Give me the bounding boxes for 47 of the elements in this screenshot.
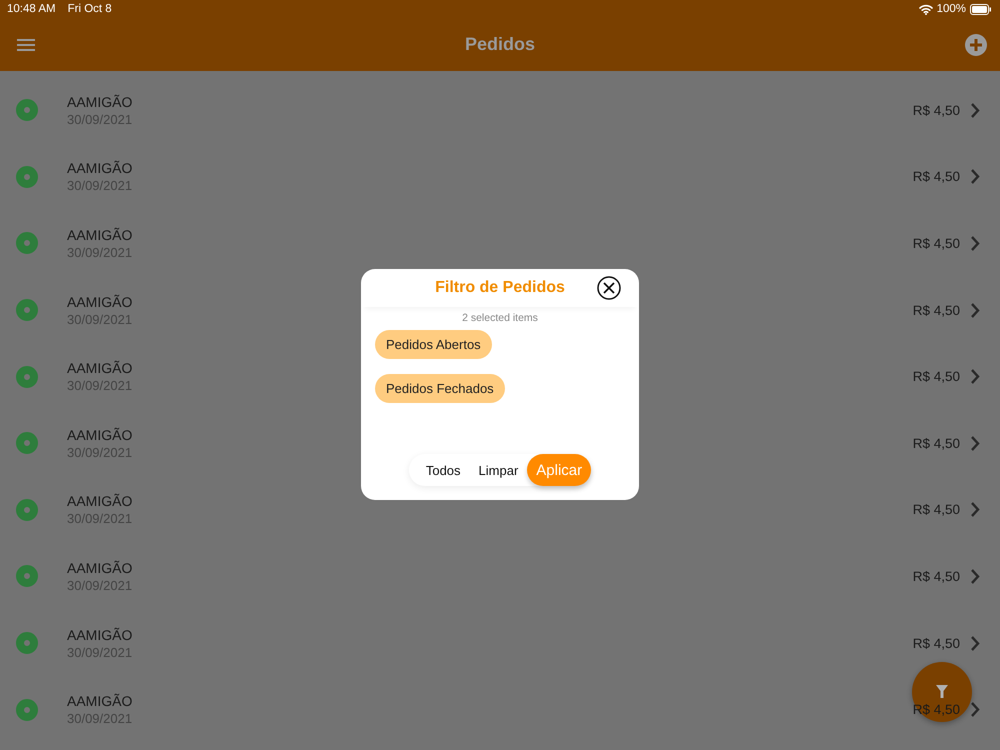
order-price: R$ 4,50 <box>912 502 960 518</box>
battery-icon <box>970 4 992 14</box>
order-price: R$ 4,50 <box>912 102 960 118</box>
order-name: AAMIGÃO <box>67 294 132 310</box>
add-icon[interactable] <box>964 34 987 56</box>
menu-icon[interactable] <box>17 38 35 52</box>
order-price: R$ 4,50 <box>912 169 960 184</box>
chevron-icon <box>970 168 980 186</box>
dialog-button[interactable]: Todos <box>416 454 470 486</box>
chevron-icon <box>970 368 980 386</box>
status-date: Fri Oct 8 <box>68 3 112 15</box>
order-price: R$ 4,50 <box>912 236 960 251</box>
selection-count: 2 selected items <box>461 312 539 324</box>
wifi-icon <box>918 4 933 14</box>
chevron-icon <box>970 701 980 718</box>
order-price: R$ 4,50 <box>912 436 960 451</box>
order-price: R$ 4,50 <box>912 369 960 384</box>
order-name: AAMIGÃO <box>67 560 132 576</box>
chevron-icon <box>970 234 980 252</box>
order-price: R$ 4,50 <box>912 636 960 651</box>
battery-percent: 100% <box>936 3 966 15</box>
chevron-icon <box>970 568 980 585</box>
chevron-icon <box>970 501 980 518</box>
dialog-title: Filtro de Pedidos <box>435 279 565 297</box>
funnel-icon <box>935 684 949 700</box>
order-name: AAMIGÃO <box>67 493 132 510</box>
filter-button[interactable] <box>912 662 972 722</box>
close-button[interactable] <box>597 276 621 300</box>
chevron-icon <box>970 102 980 119</box>
status-time: 10:48 AM <box>7 3 56 15</box>
filter-chip[interactable]: Pedidos Abertos <box>375 330 492 359</box>
chevron-icon <box>970 302 980 319</box>
order-price: R$ 4,50 <box>912 302 960 318</box>
close-icon <box>597 276 621 300</box>
order-name: AAMIGÃO <box>67 426 132 443</box>
order-name: AAMIGÃO <box>67 160 132 176</box>
page-title: Pedidos <box>464 34 535 55</box>
filter-chip[interactable]: Pedidos Fechados <box>375 374 505 403</box>
order-name: AAMIGÃO <box>67 94 132 110</box>
order-price: R$ 4,50 <box>912 568 960 584</box>
order-name: AAMIGÃO <box>67 226 132 243</box>
chevron-icon <box>970 634 980 652</box>
order-name: AAMIGÃO <box>67 360 132 376</box>
chevron-icon <box>970 434 980 452</box>
dialog-button[interactable]: Limpar <box>470 454 528 486</box>
order-name: AAMIGÃO <box>67 693 132 710</box>
order-name: AAMIGÃO <box>67 626 132 643</box>
